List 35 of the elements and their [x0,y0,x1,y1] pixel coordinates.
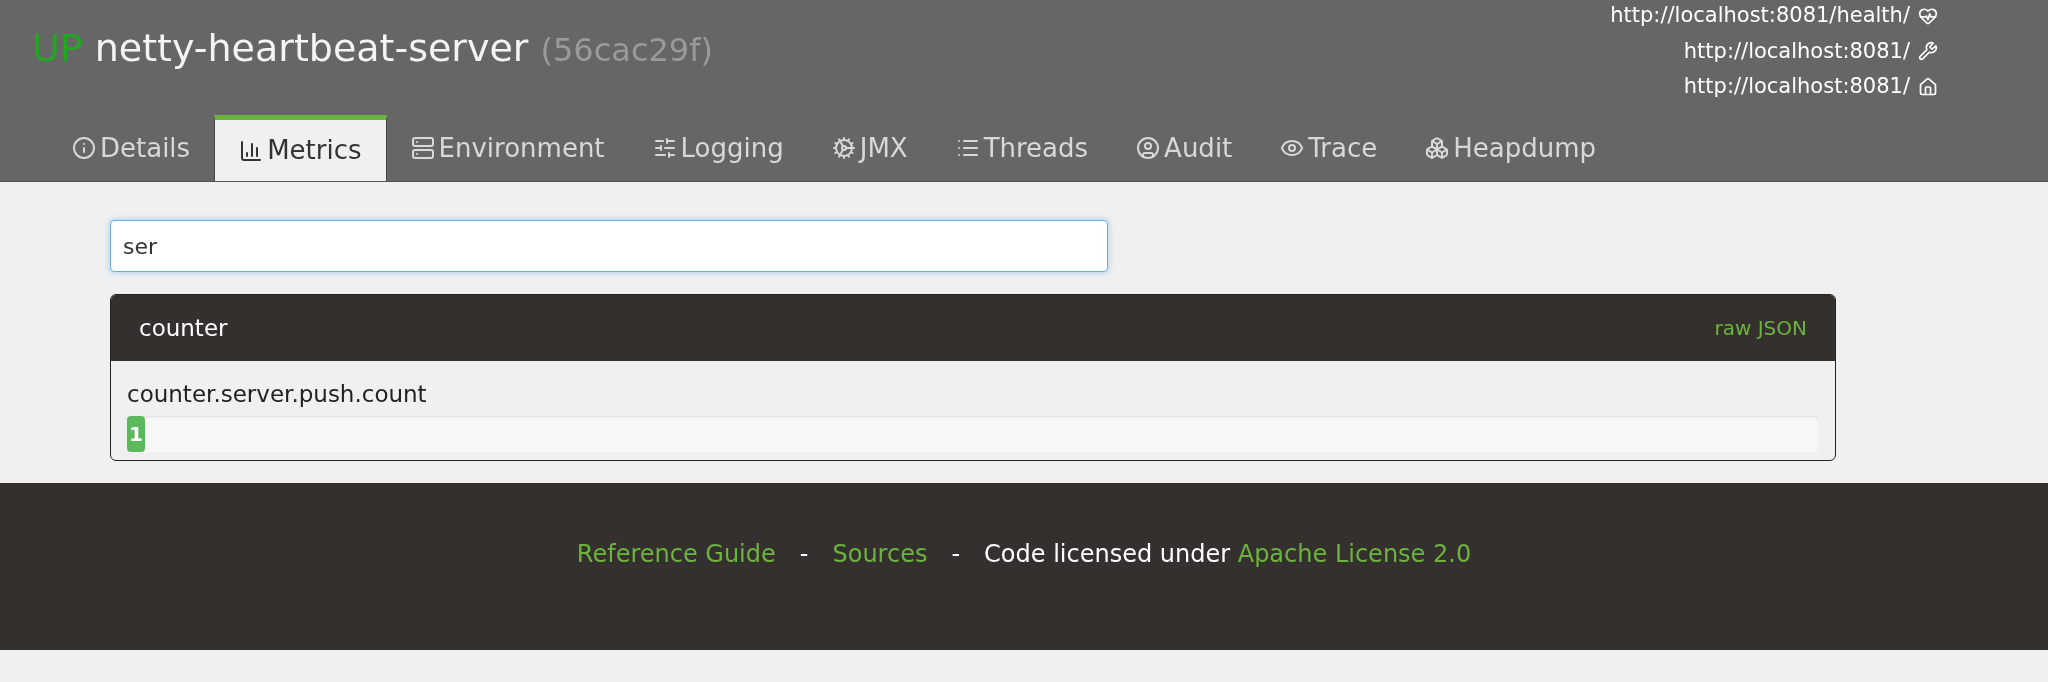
cubes-icon [1425,136,1450,160]
status-label: UP [32,25,83,72]
url-link[interactable]: http://localhost:8081/ [1683,71,1910,103]
license-text: Code licensed under Apache License 2.0 [984,539,1472,570]
nav-tab[interactable]: Trace [1256,115,1402,181]
home-icon [1918,76,1938,97]
metric-name: counter.server.push.count [127,380,428,409]
raw-json-link[interactable]: raw JSON [1714,313,1807,343]
nav-tab[interactable]: Logging [628,115,808,181]
nav-tab[interactable]: Threads [931,115,1113,181]
nav-tab[interactable]: Environment [386,115,629,181]
url-link[interactable]: http://localhost:8081/ [1683,35,1910,67]
server-icon [410,136,435,160]
sliders-icon [652,136,677,160]
filter-field[interactable]: ser [110,220,1108,272]
gear-icon [831,136,856,160]
separator-text: - [951,539,961,570]
user-circle-icon [1136,136,1161,160]
wrench-icon [1918,41,1938,62]
nav-tab[interactable]: JMX [807,115,932,181]
license-link[interactable]: Apache License 2.0 [1237,540,1472,568]
footer-link[interactable]: Reference Guide [576,536,776,572]
separator-text: - [799,539,809,570]
nav-tab[interactable]: Audit [1112,115,1257,181]
nav-tab[interactable]: Metrics [214,115,387,181]
footer-link[interactable]: Sources [832,536,928,572]
panel-title: counter [139,313,228,343]
nav-tab[interactable]: Details [48,115,215,181]
info-icon [72,136,96,160]
metric-value: 1 [128,420,144,448]
heart-pulse-icon [1918,5,1938,26]
app-name: netty-heartbeat-server [94,25,529,72]
nav-tab[interactable]: Heapdump [1401,115,1621,181]
bar-chart-icon [239,138,264,163]
url-link[interactable]: http://localhost:8081/health/ [1610,0,1910,32]
